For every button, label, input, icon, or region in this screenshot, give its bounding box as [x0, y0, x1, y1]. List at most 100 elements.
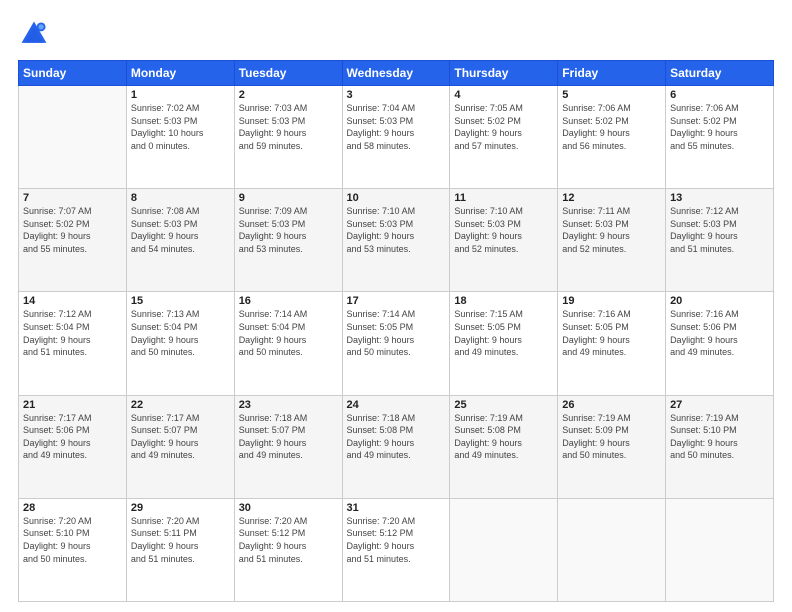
day-info: Sunrise: 7:14 AM Sunset: 5:05 PM Dayligh…	[347, 308, 446, 358]
day-info: Sunrise: 7:06 AM Sunset: 5:02 PM Dayligh…	[670, 102, 769, 152]
day-cell	[450, 498, 558, 601]
day-info: Sunrise: 7:08 AM Sunset: 5:03 PM Dayligh…	[131, 205, 230, 255]
day-number: 12	[562, 192, 661, 204]
day-info: Sunrise: 7:16 AM Sunset: 5:05 PM Dayligh…	[562, 308, 661, 358]
day-info: Sunrise: 7:16 AM Sunset: 5:06 PM Dayligh…	[670, 308, 769, 358]
day-number: 25	[454, 399, 553, 411]
day-info: Sunrise: 7:05 AM Sunset: 5:02 PM Dayligh…	[454, 102, 553, 152]
day-cell: 20Sunrise: 7:16 AM Sunset: 5:06 PM Dayli…	[666, 292, 774, 395]
day-number: 17	[347, 295, 446, 307]
weekday-header-row: SundayMondayTuesdayWednesdayThursdayFrid…	[19, 61, 774, 86]
day-number: 30	[239, 502, 338, 514]
week-row-4: 21Sunrise: 7:17 AM Sunset: 5:06 PM Dayli…	[19, 395, 774, 498]
day-number: 23	[239, 399, 338, 411]
logo	[18, 18, 54, 50]
day-number: 10	[347, 192, 446, 204]
day-cell: 22Sunrise: 7:17 AM Sunset: 5:07 PM Dayli…	[126, 395, 234, 498]
day-info: Sunrise: 7:02 AM Sunset: 5:03 PM Dayligh…	[131, 102, 230, 152]
day-info: Sunrise: 7:19 AM Sunset: 5:09 PM Dayligh…	[562, 412, 661, 462]
day-number: 9	[239, 192, 338, 204]
day-info: Sunrise: 7:12 AM Sunset: 5:04 PM Dayligh…	[23, 308, 122, 358]
calendar-table: SundayMondayTuesdayWednesdayThursdayFrid…	[18, 60, 774, 602]
day-cell: 4Sunrise: 7:05 AM Sunset: 5:02 PM Daylig…	[450, 86, 558, 189]
day-cell: 19Sunrise: 7:16 AM Sunset: 5:05 PM Dayli…	[558, 292, 666, 395]
day-number: 28	[23, 502, 122, 514]
day-info: Sunrise: 7:07 AM Sunset: 5:02 PM Dayligh…	[23, 205, 122, 255]
day-cell: 1Sunrise: 7:02 AM Sunset: 5:03 PM Daylig…	[126, 86, 234, 189]
day-info: Sunrise: 7:10 AM Sunset: 5:03 PM Dayligh…	[347, 205, 446, 255]
day-number: 11	[454, 192, 553, 204]
day-info: Sunrise: 7:03 AM Sunset: 5:03 PM Dayligh…	[239, 102, 338, 152]
day-cell: 30Sunrise: 7:20 AM Sunset: 5:12 PM Dayli…	[234, 498, 342, 601]
week-row-5: 28Sunrise: 7:20 AM Sunset: 5:10 PM Dayli…	[19, 498, 774, 601]
day-info: Sunrise: 7:11 AM Sunset: 5:03 PM Dayligh…	[562, 205, 661, 255]
day-info: Sunrise: 7:13 AM Sunset: 5:04 PM Dayligh…	[131, 308, 230, 358]
weekday-header-sunday: Sunday	[19, 61, 127, 86]
day-cell: 14Sunrise: 7:12 AM Sunset: 5:04 PM Dayli…	[19, 292, 127, 395]
day-cell	[558, 498, 666, 601]
day-cell: 17Sunrise: 7:14 AM Sunset: 5:05 PM Dayli…	[342, 292, 450, 395]
day-number: 29	[131, 502, 230, 514]
day-number: 15	[131, 295, 230, 307]
day-cell: 31Sunrise: 7:20 AM Sunset: 5:12 PM Dayli…	[342, 498, 450, 601]
week-row-1: 1Sunrise: 7:02 AM Sunset: 5:03 PM Daylig…	[19, 86, 774, 189]
day-info: Sunrise: 7:09 AM Sunset: 5:03 PM Dayligh…	[239, 205, 338, 255]
day-cell: 12Sunrise: 7:11 AM Sunset: 5:03 PM Dayli…	[558, 189, 666, 292]
day-cell: 9Sunrise: 7:09 AM Sunset: 5:03 PM Daylig…	[234, 189, 342, 292]
day-number: 21	[23, 399, 122, 411]
day-cell: 28Sunrise: 7:20 AM Sunset: 5:10 PM Dayli…	[19, 498, 127, 601]
day-number: 22	[131, 399, 230, 411]
day-cell: 6Sunrise: 7:06 AM Sunset: 5:02 PM Daylig…	[666, 86, 774, 189]
day-number: 19	[562, 295, 661, 307]
day-number: 5	[562, 89, 661, 101]
day-number: 27	[670, 399, 769, 411]
day-info: Sunrise: 7:19 AM Sunset: 5:08 PM Dayligh…	[454, 412, 553, 462]
day-info: Sunrise: 7:06 AM Sunset: 5:02 PM Dayligh…	[562, 102, 661, 152]
weekday-header-thursday: Thursday	[450, 61, 558, 86]
week-row-2: 7Sunrise: 7:07 AM Sunset: 5:02 PM Daylig…	[19, 189, 774, 292]
day-info: Sunrise: 7:12 AM Sunset: 5:03 PM Dayligh…	[670, 205, 769, 255]
day-cell: 16Sunrise: 7:14 AM Sunset: 5:04 PM Dayli…	[234, 292, 342, 395]
day-cell	[19, 86, 127, 189]
day-number: 6	[670, 89, 769, 101]
day-cell: 26Sunrise: 7:19 AM Sunset: 5:09 PM Dayli…	[558, 395, 666, 498]
day-cell: 25Sunrise: 7:19 AM Sunset: 5:08 PM Dayli…	[450, 395, 558, 498]
day-info: Sunrise: 7:14 AM Sunset: 5:04 PM Dayligh…	[239, 308, 338, 358]
weekday-header-tuesday: Tuesday	[234, 61, 342, 86]
day-cell: 15Sunrise: 7:13 AM Sunset: 5:04 PM Dayli…	[126, 292, 234, 395]
day-number: 14	[23, 295, 122, 307]
day-info: Sunrise: 7:10 AM Sunset: 5:03 PM Dayligh…	[454, 205, 553, 255]
weekday-header-friday: Friday	[558, 61, 666, 86]
day-number: 31	[347, 502, 446, 514]
day-number: 24	[347, 399, 446, 411]
week-row-3: 14Sunrise: 7:12 AM Sunset: 5:04 PM Dayli…	[19, 292, 774, 395]
day-cell: 29Sunrise: 7:20 AM Sunset: 5:11 PM Dayli…	[126, 498, 234, 601]
day-info: Sunrise: 7:18 AM Sunset: 5:07 PM Dayligh…	[239, 412, 338, 462]
day-number: 2	[239, 89, 338, 101]
day-cell: 21Sunrise: 7:17 AM Sunset: 5:06 PM Dayli…	[19, 395, 127, 498]
day-cell	[666, 498, 774, 601]
day-cell: 5Sunrise: 7:06 AM Sunset: 5:02 PM Daylig…	[558, 86, 666, 189]
day-number: 7	[23, 192, 122, 204]
logo-icon	[18, 18, 50, 50]
header	[18, 18, 774, 50]
weekday-header-saturday: Saturday	[666, 61, 774, 86]
day-cell: 8Sunrise: 7:08 AM Sunset: 5:03 PM Daylig…	[126, 189, 234, 292]
day-info: Sunrise: 7:17 AM Sunset: 5:07 PM Dayligh…	[131, 412, 230, 462]
day-number: 8	[131, 192, 230, 204]
day-info: Sunrise: 7:20 AM Sunset: 5:10 PM Dayligh…	[23, 515, 122, 565]
day-info: Sunrise: 7:15 AM Sunset: 5:05 PM Dayligh…	[454, 308, 553, 358]
day-cell: 24Sunrise: 7:18 AM Sunset: 5:08 PM Dayli…	[342, 395, 450, 498]
day-info: Sunrise: 7:19 AM Sunset: 5:10 PM Dayligh…	[670, 412, 769, 462]
day-cell: 23Sunrise: 7:18 AM Sunset: 5:07 PM Dayli…	[234, 395, 342, 498]
weekday-header-wednesday: Wednesday	[342, 61, 450, 86]
day-cell: 7Sunrise: 7:07 AM Sunset: 5:02 PM Daylig…	[19, 189, 127, 292]
day-cell: 2Sunrise: 7:03 AM Sunset: 5:03 PM Daylig…	[234, 86, 342, 189]
day-number: 16	[239, 295, 338, 307]
day-number: 20	[670, 295, 769, 307]
day-info: Sunrise: 7:20 AM Sunset: 5:12 PM Dayligh…	[239, 515, 338, 565]
day-number: 1	[131, 89, 230, 101]
day-info: Sunrise: 7:20 AM Sunset: 5:12 PM Dayligh…	[347, 515, 446, 565]
day-info: Sunrise: 7:20 AM Sunset: 5:11 PM Dayligh…	[131, 515, 230, 565]
day-cell: 27Sunrise: 7:19 AM Sunset: 5:10 PM Dayli…	[666, 395, 774, 498]
